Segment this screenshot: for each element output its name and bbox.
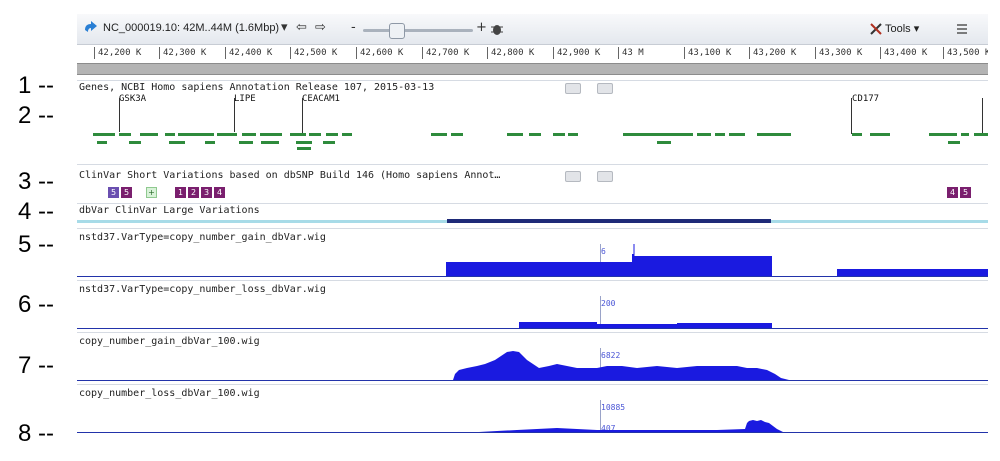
- track-settings-button[interactable]: [565, 83, 581, 94]
- loss-wig-plot[interactable]: [77, 314, 988, 329]
- track-divider: [77, 384, 988, 385]
- ruler-tick: 42,300 K: [159, 47, 206, 59]
- gain100-wig-plot[interactable]: [77, 344, 988, 381]
- coordinate-ruler: 42,200 K 42,300 K 42,400 K 42,500 K 42,6…: [77, 45, 988, 61]
- ruler-tick: 42,800 K: [487, 47, 534, 59]
- gene-marker: [234, 98, 235, 132]
- clinvar-variant[interactable]: +: [146, 187, 157, 198]
- ruler-tick: 43,100 K: [684, 47, 731, 59]
- clinvar-track-title: ClinVar Short Variations based on dbSNP …: [79, 170, 501, 181]
- range-dropdown-icon[interactable]: ▾: [281, 21, 288, 35]
- ruler-tick: 42,700 K: [422, 47, 469, 59]
- range-label[interactable]: NC_000019.10: 42M..44M (1.6Mbp): [103, 22, 279, 34]
- row-number-2: 2 --: [18, 102, 54, 129]
- track-settings-button[interactable]: [565, 171, 581, 182]
- zoom-slider-track[interactable]: [363, 29, 473, 32]
- genes-track-title: Genes, NCBI Homo sapiens Annotation Rele…: [79, 82, 435, 93]
- clinvar-variant[interactable]: 4: [947, 187, 958, 198]
- ruler-tick: 42,200 K: [94, 47, 141, 59]
- ruler-tick: 42,400 K: [225, 47, 272, 59]
- ruler-tick: 42,900 K: [553, 47, 600, 59]
- toolbar: NC_000019.10: 42M..44M (1.6Mbp) ▾ ⇦ ⇨ - …: [77, 14, 988, 45]
- row-number-8: 8 --: [18, 420, 54, 447]
- back-arrow-icon[interactable]: ⇦: [296, 21, 307, 35]
- tools-icon[interactable]: [869, 22, 883, 36]
- zoom-slider-thumb[interactable]: [389, 23, 405, 39]
- genome-viewer: NC_000019.10: 42M..44M (1.6Mbp) ▾ ⇦ ⇨ - …: [77, 14, 988, 456]
- row-number-7: 7 --: [18, 352, 54, 379]
- track-divider: [77, 280, 988, 281]
- ruler-tick: 43,300 K: [815, 47, 862, 59]
- tools-menu[interactable]: Tools ▾: [885, 22, 919, 35]
- track-close-button[interactable]: [597, 171, 613, 182]
- ruler-tick: 43,200 K: [749, 47, 796, 59]
- clinvar-variant[interactable]: 5: [960, 187, 971, 198]
- zoom-in-button[interactable]: +: [476, 21, 487, 35]
- ruler-tick: 42,600 K: [356, 47, 403, 59]
- row-number-4: 4 --: [18, 198, 54, 225]
- ruler-tick: 43,500 K: [943, 47, 988, 59]
- gene-marker: [982, 98, 983, 134]
- zoom-out-button[interactable]: -: [351, 21, 356, 35]
- forward-arrow-icon[interactable]: ⇨: [315, 21, 326, 35]
- loss-wig-track-title: nstd37.VarType=copy_number_loss_dbVar.wi…: [79, 284, 326, 295]
- bug-icon[interactable]: [490, 22, 504, 36]
- ruler-tick: 43,400 K: [880, 47, 927, 59]
- gene-label-ceacam1[interactable]: CEACAM1: [302, 94, 340, 104]
- gene-marker: [851, 98, 852, 134]
- sequence-icon[interactable]: [83, 21, 99, 36]
- clinvar-variant[interactable]: 5: [108, 187, 119, 198]
- clinvar-variant[interactable]: 4: [214, 187, 225, 198]
- gene-marker: [302, 98, 303, 134]
- clinvar-variant[interactable]: 2: [188, 187, 199, 198]
- gene-marker: [119, 98, 120, 132]
- dbvar-variation-segment[interactable]: [447, 219, 771, 223]
- loss100-wig-plot[interactable]: [77, 414, 988, 433]
- loss100-track-title: copy_number_loss_dbVar_100.wig: [79, 388, 260, 399]
- clinvar-variant[interactable]: 5: [121, 187, 132, 198]
- settings-icon[interactable]: [955, 22, 969, 36]
- track-divider: [77, 332, 988, 333]
- track-divider: [77, 203, 988, 204]
- gene-label-lipe[interactable]: LIPE: [234, 94, 256, 104]
- row-number-3: 3 --: [18, 168, 54, 195]
- track-divider: [77, 228, 988, 229]
- ruler-tick: 42,500 K: [290, 47, 337, 59]
- gain-wig-plot[interactable]: [77, 242, 988, 277]
- gene-label-cd177[interactable]: CD177: [852, 94, 879, 104]
- track-close-button[interactable]: [597, 83, 613, 94]
- gene-label-gsk3a[interactable]: GSK3A: [119, 94, 146, 104]
- dbvar-track-title: dbVar ClinVar Large Variations: [79, 205, 260, 216]
- overview-bar[interactable]: [77, 63, 988, 75]
- loss-wig-scale: 200: [601, 299, 616, 308]
- ruler-tick: 43 M: [618, 47, 644, 59]
- track-divider: [77, 80, 988, 81]
- loss100-scale-top: 10885: [601, 403, 626, 412]
- clinvar-variant[interactable]: 1: [175, 187, 186, 198]
- track-divider: [77, 164, 988, 165]
- row-number-5: 5 --: [18, 231, 54, 258]
- row-number-1: 1 --: [18, 72, 54, 99]
- clinvar-variant[interactable]: 3: [201, 187, 212, 198]
- row-number-6: 6 --: [18, 291, 54, 318]
